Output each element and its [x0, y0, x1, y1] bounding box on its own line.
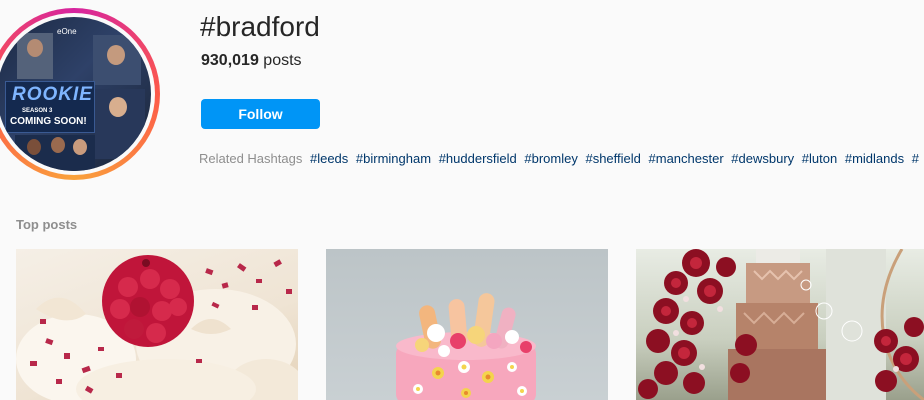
post-3-image	[638, 249, 924, 400]
season-text: SEASON 3	[22, 108, 53, 114]
related-tag-truncated[interactable]: #	[912, 151, 919, 166]
post-2-image	[396, 293, 536, 400]
top-posts-heading: Top posts	[16, 217, 78, 232]
show-title-badge: ROOKIE SEASON 3 COMING SOON!	[5, 81, 95, 133]
related-tag-huddersfield[interactable]: #huddersfield	[439, 151, 517, 166]
post-count-suffix: posts	[263, 52, 302, 69]
hashtag-avatar: eOne ROOKIE SEASON 3 COMING SOON!	[0, 8, 160, 180]
related-hashtags: Related Hashtags #leeds #birmingham #hud…	[199, 151, 923, 166]
related-tag-manchester[interactable]: #manchester	[649, 151, 724, 166]
related-hashtags-label: Related Hashtags	[199, 151, 303, 166]
avatar-image: eOne ROOKIE SEASON 3 COMING SOON!	[0, 17, 151, 171]
related-tag-birmingham[interactable]: #birmingham	[356, 151, 431, 166]
related-tag-leeds[interactable]: #leeds	[310, 151, 348, 166]
coming-soon-text: COMING SOON!	[10, 116, 87, 127]
post-count-number: 930,019	[201, 52, 259, 69]
post-count: 930,019 posts	[201, 52, 302, 70]
top-post-2[interactable]	[326, 249, 608, 400]
related-tag-midlands[interactable]: #midlands	[845, 151, 904, 166]
related-tag-sheffield[interactable]: #sheffield	[585, 151, 640, 166]
cake-top-tier	[746, 263, 810, 303]
follow-button[interactable]: Follow	[201, 99, 320, 129]
top-post-1[interactable]	[16, 249, 298, 400]
related-tag-luton[interactable]: #luton	[802, 151, 837, 166]
top-post-3[interactable]	[636, 249, 924, 400]
show-title: ROOKIE	[12, 84, 93, 105]
related-tag-bromley[interactable]: #bromley	[524, 151, 577, 166]
network-logo: eOne	[57, 27, 77, 36]
page-title: #bradford	[200, 11, 320, 42]
post-1-image	[16, 255, 298, 400]
related-tag-dewsbury[interactable]: #dewsbury	[731, 151, 794, 166]
